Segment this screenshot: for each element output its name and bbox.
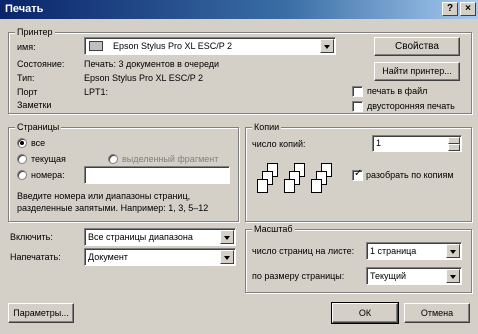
port-label: Порт <box>17 87 38 97</box>
fit-label: по размеру страницы: <box>252 271 345 281</box>
help-button[interactable]: ? <box>442 2 458 16</box>
collate-checkbox[interactable]: ✓ <box>352 168 363 181</box>
print-to-file-label: печать в файл <box>367 86 428 96</box>
status-value: Печать: 3 документов в очереди <box>84 59 220 69</box>
checkmark-icon: ✓ <box>354 168 363 179</box>
type-value: Epson Stylus Pro XL ESC/P 2 <box>84 73 204 83</box>
per-sheet-value: 1 страница <box>370 246 417 256</box>
pages-hint-line2: разделенные запятыми. Например: 1, 3, 5–… <box>17 203 209 213</box>
chevron-down-icon[interactable] <box>220 230 234 244</box>
printer-group-title: Принтер <box>15 27 55 37</box>
printer-name-value: Epson Stylus Pro XL ESC/P 2 <box>113 41 233 51</box>
copies-count-value: 1 <box>376 138 382 148</box>
chevron-down-icon[interactable] <box>446 269 460 283</box>
find-printer-button[interactable]: Найти принтер... <box>374 62 460 81</box>
fit-value: Текущий <box>370 271 406 281</box>
pages-hint-line1: Введите номера или диапазоны страниц, <box>17 191 191 201</box>
include-value: Все страницы диапазона <box>88 232 193 242</box>
chevron-down-icon[interactable] <box>320 39 334 53</box>
pages-numbers-input[interactable] <box>84 166 230 184</box>
pages-group-title: Страницы <box>15 122 62 132</box>
title-bar: Печать ? × <box>0 0 478 19</box>
per-sheet-combo[interactable]: 1 страница <box>366 242 462 260</box>
pages-current-radio[interactable] <box>17 154 27 164</box>
duplex-checkbox[interactable] <box>352 101 363 112</box>
print-to-file-checkbox[interactable] <box>352 86 363 97</box>
pages-selection-radio[interactable] <box>108 154 118 164</box>
cancel-button[interactable]: Отмена <box>404 303 470 323</box>
fit-combo[interactable]: Текущий <box>366 267 462 285</box>
printer-name-combo[interactable]: Epson Stylus Pro XL ESC/P 2 <box>84 37 336 55</box>
pages-all-label: все <box>31 138 46 148</box>
print-what-label: Напечатать: <box>10 252 61 262</box>
scale-group-title: Масштаб <box>252 224 295 234</box>
copies-count-spinner[interactable]: 1 <box>372 135 462 152</box>
page-icon <box>311 179 322 193</box>
options-button[interactable]: Параметры... <box>8 303 74 323</box>
notes-label: Заметки <box>17 100 52 110</box>
status-label: Состояние: <box>17 59 65 69</box>
page-icon <box>257 179 268 193</box>
copies-count-label: число копий: <box>252 139 306 149</box>
spin-down-icon[interactable] <box>448 144 460 151</box>
page-icon <box>284 179 295 193</box>
pages-all-radio[interactable] <box>17 138 27 148</box>
pages-numbers-label: номера: <box>31 170 65 180</box>
include-combo[interactable]: Все страницы диапазона <box>84 228 236 246</box>
printer-icon <box>89 41 103 51</box>
close-button[interactable]: × <box>460 2 476 16</box>
chevron-down-icon[interactable] <box>446 244 460 258</box>
duplex-label: двусторонняя печать <box>367 101 455 111</box>
print-what-value: Документ <box>88 252 128 262</box>
port-value: LPT1: <box>84 87 109 97</box>
ok-button[interactable]: ОК <box>331 302 399 324</box>
include-label: Включить: <box>10 232 53 242</box>
window-title: Печать <box>5 3 44 15</box>
pages-selection-label: выделенный фрагмент <box>122 154 219 164</box>
copies-group-title: Копии <box>252 122 282 132</box>
collate-label: разобрать по копиям <box>366 170 454 180</box>
pages-current-label: текущая <box>31 154 66 164</box>
print-what-combo[interactable]: Документ <box>84 248 236 266</box>
spin-up-icon[interactable] <box>448 137 460 144</box>
chevron-down-icon[interactable] <box>220 250 234 264</box>
properties-button[interactable]: Свойства <box>374 37 460 56</box>
pages-numbers-radio[interactable] <box>17 170 27 180</box>
per-sheet-label: число страниц на листе: <box>252 246 355 256</box>
printer-name-label: имя: <box>17 42 36 52</box>
type-label: Тип: <box>17 73 35 83</box>
